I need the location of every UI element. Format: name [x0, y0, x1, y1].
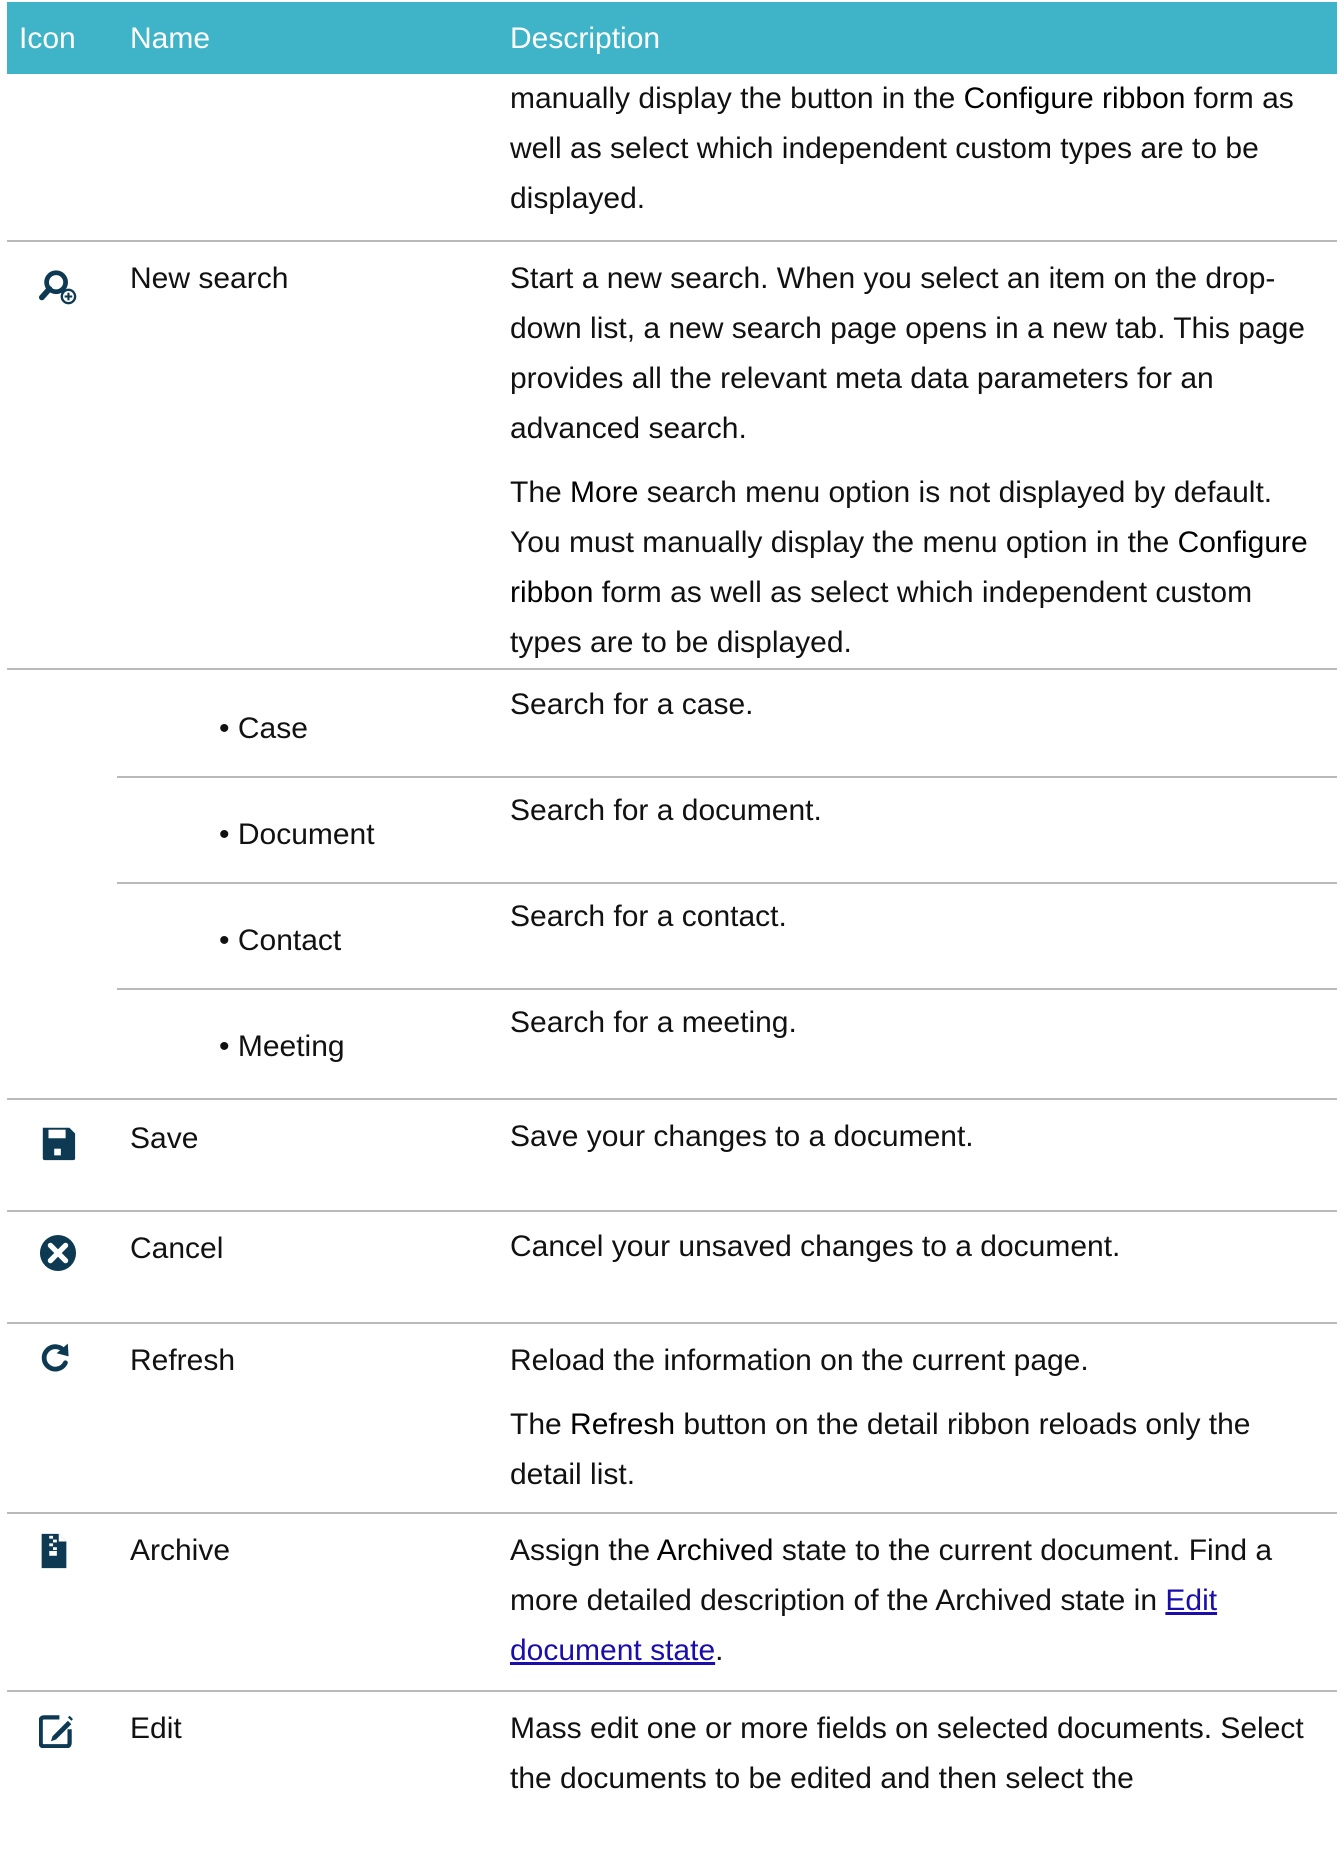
archive-file-icon [41, 1533, 67, 1569]
desc-text: The [510, 476, 571, 509]
floppy-disk-icon [42, 1127, 76, 1161]
sub-item-description: Search for a meeting. [510, 1006, 797, 1039]
row-name: New search [130, 262, 289, 295]
table-row-search-options: • Case Search for a case. • Document Sea… [7, 670, 1337, 1100]
table-row-save: Save Save your changes to a document. [7, 1100, 1337, 1212]
desc-text: manually display the button in the [510, 82, 964, 115]
sub-row-document: • Document Search for a document. [117, 778, 1337, 884]
sub-item-description: Search for a case. [510, 688, 754, 721]
table-row-edit: Edit Mass edit one or more fields on sel… [7, 1692, 1337, 1852]
row-description: Mass edit one or more fields on selected… [510, 1712, 1304, 1795]
sub-item-name: • Meeting [219, 1030, 345, 1063]
table-row-cancel: Cancel Cancel your unsaved changes to a … [7, 1212, 1337, 1324]
row-name: Edit [130, 1712, 182, 1745]
desc-paragraph: Start a new search. When you select an i… [510, 262, 1305, 445]
table-row: manually display the button in the Confi… [7, 74, 1337, 242]
desc-bold: Configure ribbon [963, 82, 1186, 115]
sub-row-contact: • Contact Search for a contact. [117, 884, 1337, 990]
row-description: Cancel your unsaved changes to a documen… [510, 1230, 1121, 1263]
search-plus-icon [39, 270, 77, 305]
row-name: Refresh [130, 1344, 236, 1377]
sub-item-description: Search for a contact. [510, 900, 787, 933]
row-description: Assign the Archived state to the current… [510, 1526, 1330, 1676]
desc-text: form as well as select which independent… [510, 576, 1253, 659]
row-description: Save your changes to a document. [510, 1120, 974, 1153]
desc-text: The [510, 1408, 571, 1441]
row-description: Start a new search. When you select an i… [510, 254, 1330, 668]
desc-text: . [715, 1634, 724, 1667]
table-row-refresh: Refresh Reload the information on the cu… [7, 1324, 1337, 1514]
sub-item-name: • Case [219, 712, 308, 745]
desc-text: Assign the [510, 1534, 657, 1567]
sub-item-name: • Document [219, 818, 375, 851]
table-row-archive: Archive Assign the Archived state to the… [7, 1514, 1337, 1692]
ribbon-buttons-table: Icon Name Description manually display t… [7, 0, 1337, 1852]
row-name: Cancel [130, 1232, 224, 1265]
desc-paragraph: Reload the information on the current pa… [510, 1344, 1089, 1377]
row-description: Reload the information on the current pa… [510, 1336, 1330, 1500]
sub-item-description: Search for a document. [510, 794, 822, 827]
sub-item-name: • Contact [219, 924, 342, 957]
desc-bold: Refresh [570, 1408, 676, 1441]
table-row-new-search: New search Start a new search. When you … [7, 242, 1337, 670]
row-name: Archive [130, 1534, 231, 1567]
row-name: Save [130, 1122, 199, 1155]
header-icon: Icon [19, 22, 76, 55]
desc-bold: More [570, 476, 639, 509]
row-description: manually display the button in the Confi… [510, 74, 1330, 224]
desc-bold: Archived [656, 1534, 774, 1567]
sub-row-meeting: • Meeting Search for a meeting. [117, 990, 1337, 1096]
close-circle-icon [39, 1234, 77, 1272]
sub-row-case: • Case Search for a case. [117, 670, 1337, 778]
header-name: Name [130, 22, 211, 55]
refresh-icon [41, 1343, 69, 1372]
table-header: Icon Name Description [7, 2, 1337, 74]
edit-icon [39, 1715, 73, 1748]
header-description: Description [510, 22, 661, 55]
